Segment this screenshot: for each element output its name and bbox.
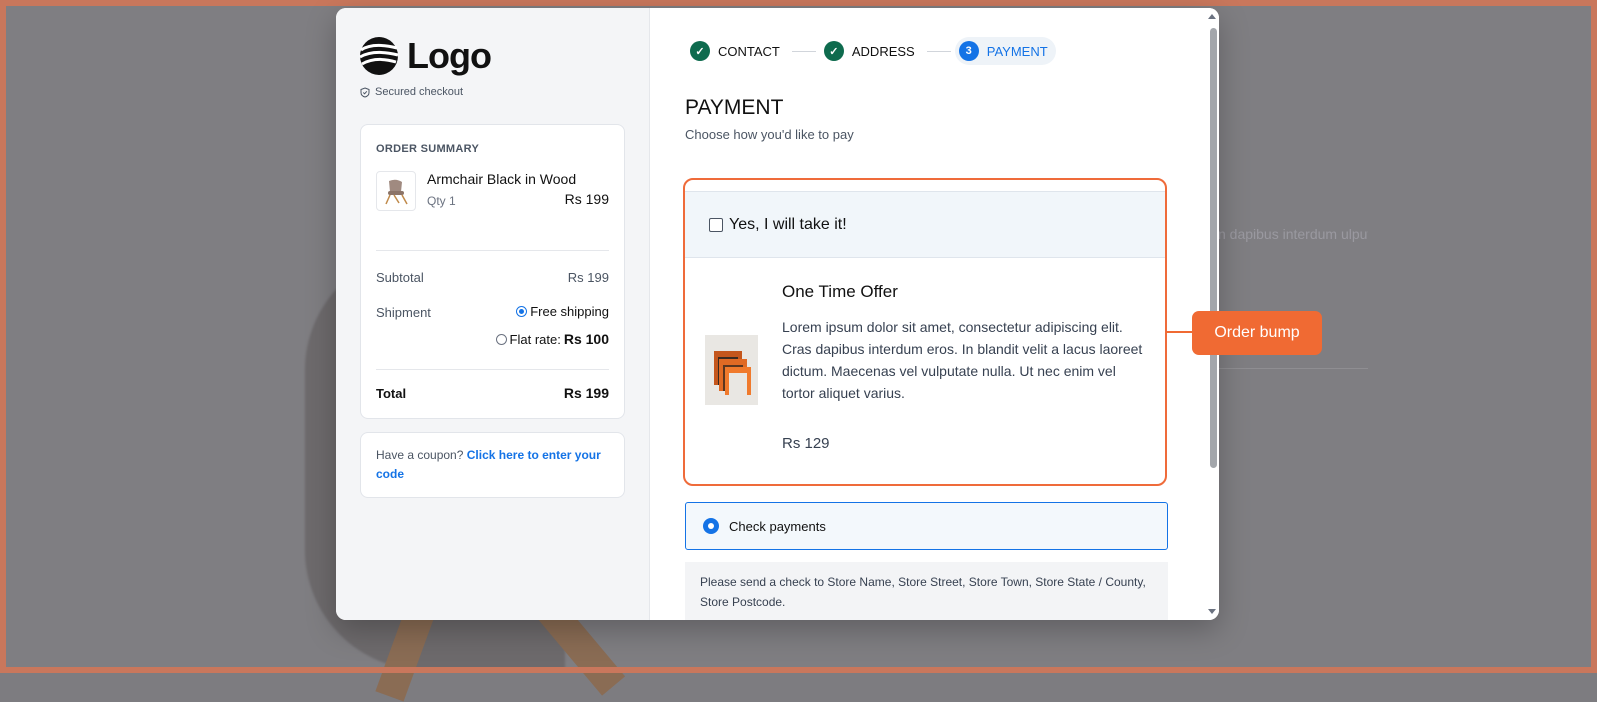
secured-checkout-label: Secured checkout [375, 86, 464, 98]
step-number: 3 [958, 41, 979, 61]
flat-rate-value: Rs 100 [563, 331, 609, 347]
logo-icon [359, 37, 399, 75]
check-payments-note: Please send a check to Store Name, Store… [685, 562, 1168, 620]
offer-description: Lorem ipsum dolor sit amet, consectetur … [782, 319, 1143, 401]
free-shipping-option[interactable]: Free shipping [516, 304, 609, 319]
armchair-image [385, 179, 408, 205]
step-connector [926, 50, 951, 52]
scroll-up-arrow-icon[interactable] [1208, 14, 1216, 19]
bump-checkbox[interactable] [709, 217, 723, 232]
step-contact-label: CONTACT [718, 43, 780, 59]
product-name: Armchair Black in Wood [427, 171, 577, 187]
check-icon: ✓ [823, 41, 844, 61]
flat-rate-label: Flat rate: [509, 331, 561, 347]
offer-price: Rs 129 [782, 435, 830, 452]
scroll-down-arrow-icon[interactable] [1208, 609, 1216, 614]
shield-icon [360, 86, 370, 98]
scroll-thumb[interactable] [1210, 28, 1217, 468]
order-summary-card: ORDER SUMMARY Armchair Black in Wood Qty… [360, 124, 625, 419]
step-contact[interactable]: ✓ CONTACT [686, 37, 788, 65]
divider [376, 250, 609, 251]
secured-checkout: Secured checkout [360, 86, 463, 98]
payment-title: PAYMENT [685, 96, 784, 119]
order-bump-callout: Order bump [1192, 311, 1322, 355]
free-shipping-label: Free shipping [530, 304, 609, 319]
order-summary-title: ORDER SUMMARY [376, 143, 480, 155]
free-shipping-radio[interactable] [516, 306, 528, 317]
subtotal-label: Subtotal [376, 270, 424, 285]
step-address[interactable]: ✓ ADDRESS [820, 37, 923, 65]
step-connector [791, 50, 816, 52]
divider [376, 369, 609, 370]
logo-text: Logo [407, 35, 492, 76]
payment-panel: ✓ CONTACT ✓ ADDRESS 3 PAYMENT × PAYMENT … [650, 8, 1219, 620]
payment-subtitle: Choose how you'd like to pay [685, 127, 854, 142]
coupon-text: Have a coupon? [376, 448, 464, 462]
product-thumbnail [376, 171, 416, 211]
step-payment-label: PAYMENT [986, 43, 1048, 59]
product-qty: Qty 1 [427, 194, 456, 208]
total-value: Rs 199 [563, 385, 609, 401]
offer-product-image [705, 335, 758, 405]
brand-logo: Logo [359, 35, 492, 77]
order-bump: Yes, I will take it! One Time Offer Lore… [683, 178, 1167, 486]
flat-rate-radio[interactable] [495, 333, 507, 345]
order-sidebar: Logo Secured checkout ORDER SUMMARY Armc… [336, 8, 650, 620]
nesting-tables-image [714, 351, 751, 395]
bump-checkbox-label: Yes, I will take it! [729, 215, 847, 233]
flat-rate-option[interactable]: Flat rate: Rs 100 [495, 331, 609, 347]
check-payments-radio[interactable] [703, 518, 719, 534]
offer-title: One Time Offer [782, 282, 898, 301]
total-label: Total [376, 386, 407, 401]
product-price: Rs 199 [564, 191, 609, 207]
check-icon: ✓ [690, 41, 710, 61]
shipment-label: Shipment [376, 305, 431, 320]
coupon-card: Have a coupon? Click here to enter your … [360, 432, 625, 498]
checkout-steps: ✓ CONTACT ✓ ADDRESS 3 PAYMENT [686, 37, 1056, 65]
check-payments-option[interactable]: Check payments [685, 502, 1168, 550]
coupon-prompt: Have a coupon? Click here to enter your … [376, 446, 606, 484]
step-payment[interactable]: 3 PAYMENT [954, 37, 1056, 65]
checkout-modal: Logo Secured checkout ORDER SUMMARY Armc… [336, 8, 1219, 620]
callout-connector [1166, 331, 1192, 333]
step-address-label: ADDRESS [851, 43, 915, 59]
check-payments-label: Check payments [729, 518, 826, 534]
subtotal-value: Rs 199 [567, 270, 609, 285]
bump-checkbox-row[interactable]: Yes, I will take it! [685, 191, 1165, 258]
